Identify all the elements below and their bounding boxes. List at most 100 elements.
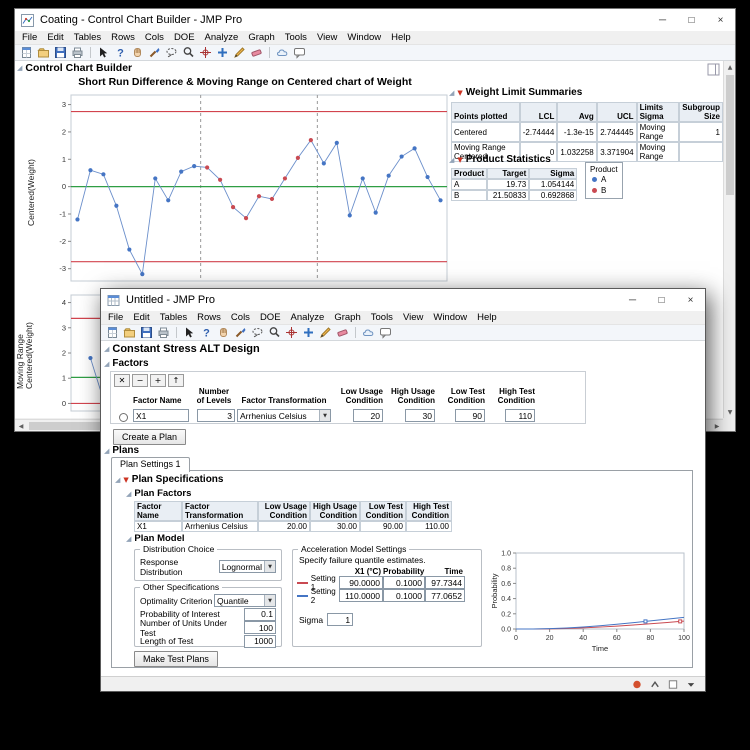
probability-plot[interactable]: 1.00.80.60.40.20.0020406080100TimeProbab…	[488, 545, 692, 663]
menu-tables[interactable]: Tables	[69, 32, 106, 43]
magnifier-tool-icon[interactable]	[181, 46, 196, 59]
pencil-tool-icon[interactable]	[232, 46, 247, 59]
menu-cols[interactable]: Cols	[140, 32, 169, 43]
menu-analyze[interactable]: Analyze	[200, 32, 244, 43]
legend-item[interactable]: B	[590, 185, 618, 196]
brush-tool-icon[interactable]	[147, 46, 162, 59]
pencil-tool-icon[interactable]	[318, 326, 333, 339]
menu-graph[interactable]: Graph	[329, 312, 365, 323]
vertical-scrollbar[interactable]: ▲ ▼	[723, 61, 735, 418]
menu-cols[interactable]: Cols	[226, 312, 255, 323]
disclosure-icon[interactable]: ◢	[126, 535, 131, 543]
value-cell[interactable]: 77.0652	[425, 589, 465, 602]
remove-level-button[interactable]: −	[132, 374, 148, 387]
plus-tool-icon[interactable]	[215, 46, 230, 59]
titlebar[interactable]: Untitled - JMP Pro ─ □ ×	[101, 289, 705, 311]
minimize-button[interactable]: ─	[648, 9, 677, 31]
length-of-test-input[interactable]	[244, 635, 276, 648]
chevron-down-icon[interactable]	[685, 678, 697, 690]
units-under-test-input[interactable]	[244, 621, 276, 634]
menu-file[interactable]: File	[103, 312, 128, 323]
menu-help[interactable]: Help	[386, 32, 416, 43]
menu-rows[interactable]: Rows	[192, 312, 226, 323]
cloud-icon[interactable]	[361, 326, 376, 339]
high-usage-condition-input[interactable]	[405, 409, 435, 422]
remove-factor-button[interactable]: ✕	[114, 374, 130, 387]
table-row[interactable]: Centered-2.74444-1.3e-152.744445Moving R…	[451, 122, 723, 142]
menu-tools[interactable]: Tools	[366, 312, 398, 323]
probability-of-interest-input[interactable]	[244, 608, 276, 621]
low-usage-condition-input[interactable]	[353, 409, 383, 422]
cloud-icon[interactable]	[275, 46, 290, 59]
menu-edit[interactable]: Edit	[42, 32, 68, 43]
box-icon[interactable]	[667, 678, 679, 690]
menu-doe[interactable]: DOE	[169, 32, 200, 43]
plus-tool-icon[interactable]	[301, 326, 316, 339]
menu-view[interactable]: View	[398, 312, 428, 323]
menu-window[interactable]: Window	[428, 312, 472, 323]
make-test-plans-button[interactable]: Make Test Plans	[134, 651, 218, 667]
response-distribution-select[interactable]: Lognormal ▼	[219, 560, 276, 573]
disclosure-icon[interactable]: ◢	[104, 360, 109, 368]
create-a-plan-button[interactable]: Create a Plan	[113, 429, 186, 445]
new-table-icon[interactable]	[19, 46, 34, 59]
value-cell[interactable]: 0.1000	[383, 589, 425, 602]
scroll-down-icon[interactable]: ▼	[724, 406, 736, 418]
lasso-tool-icon[interactable]	[164, 46, 179, 59]
titlebar[interactable]: Coating - Control Chart Builder - JMP Pr…	[15, 9, 735, 31]
disclosure-icon[interactable]: ◢	[449, 156, 454, 164]
scroll-left-icon[interactable]: ◀	[15, 420, 27, 432]
factor-transformation-select[interactable]: Arrhenius Celsius ▼	[237, 409, 331, 422]
crosshair-tool-icon[interactable]	[198, 46, 213, 59]
factor-name-input[interactable]	[133, 409, 189, 422]
crosshair-tool-icon[interactable]	[284, 326, 299, 339]
high-test-condition-input[interactable]	[505, 409, 535, 422]
eraser-tool-icon[interactable]	[249, 46, 264, 59]
menu-doe[interactable]: DOE	[255, 312, 286, 323]
value-cell[interactable]: 90.0000	[339, 576, 383, 589]
value-cell[interactable]: 97.7344	[425, 576, 465, 589]
record-circle-icon[interactable]	[631, 678, 643, 690]
minimize-button[interactable]: ─	[618, 289, 647, 311]
move-factor-button[interactable]: ↑	[168, 374, 184, 387]
disclosure-icon[interactable]: ◢	[115, 476, 120, 484]
sigma-input[interactable]	[327, 613, 353, 626]
table-row[interactable]: B21.508330.692868	[451, 190, 577, 201]
lasso-tool-icon[interactable]	[250, 326, 265, 339]
disclosure-icon[interactable]: ◢	[449, 89, 454, 97]
grabber-tool-icon[interactable]	[130, 46, 145, 59]
save-icon[interactable]	[139, 326, 154, 339]
menu-edit[interactable]: Edit	[128, 312, 154, 323]
table-row[interactable]: X1Arrhenius Celsius20.0030.0090.00110.00	[134, 521, 452, 532]
maximize-button[interactable]: □	[647, 289, 676, 311]
caret-icon[interactable]	[649, 678, 661, 690]
print-icon[interactable]	[156, 326, 171, 339]
legend-item[interactable]: A	[590, 174, 618, 185]
grabber-tool-icon[interactable]	[216, 326, 231, 339]
menu-rows[interactable]: Rows	[106, 32, 140, 43]
factor-radio[interactable]	[119, 413, 128, 422]
help-tool-icon[interactable]: ?	[113, 46, 128, 59]
menu-tools[interactable]: Tools	[280, 32, 312, 43]
menu-tables[interactable]: Tables	[155, 312, 192, 323]
bubble-icon[interactable]	[378, 326, 393, 339]
scroll-right-icon[interactable]: ▶	[711, 420, 723, 432]
help-tool-icon[interactable]: ?	[199, 326, 214, 339]
open-icon[interactable]	[122, 326, 137, 339]
number-of-levels-input[interactable]	[197, 409, 235, 422]
menu-analyze[interactable]: Analyze	[286, 312, 330, 323]
table-row[interactable]: A19.731.054144	[451, 179, 577, 190]
disclosure-icon[interactable]: ◢	[104, 447, 109, 455]
magnifier-tool-icon[interactable]	[267, 326, 282, 339]
panel-toggle-icon[interactable]	[707, 63, 720, 76]
menu-view[interactable]: View	[312, 32, 342, 43]
red-triangle-menu-icon[interactable]: ▼	[123, 476, 128, 484]
menu-help[interactable]: Help	[472, 312, 502, 323]
menu-graph[interactable]: Graph	[243, 32, 279, 43]
print-icon[interactable]	[70, 46, 85, 59]
bubble-icon[interactable]	[292, 46, 307, 59]
low-test-condition-input[interactable]	[455, 409, 485, 422]
disclosure-icon[interactable]: ◢	[17, 64, 22, 72]
menu-window[interactable]: Window	[342, 32, 386, 43]
open-icon[interactable]	[36, 46, 51, 59]
